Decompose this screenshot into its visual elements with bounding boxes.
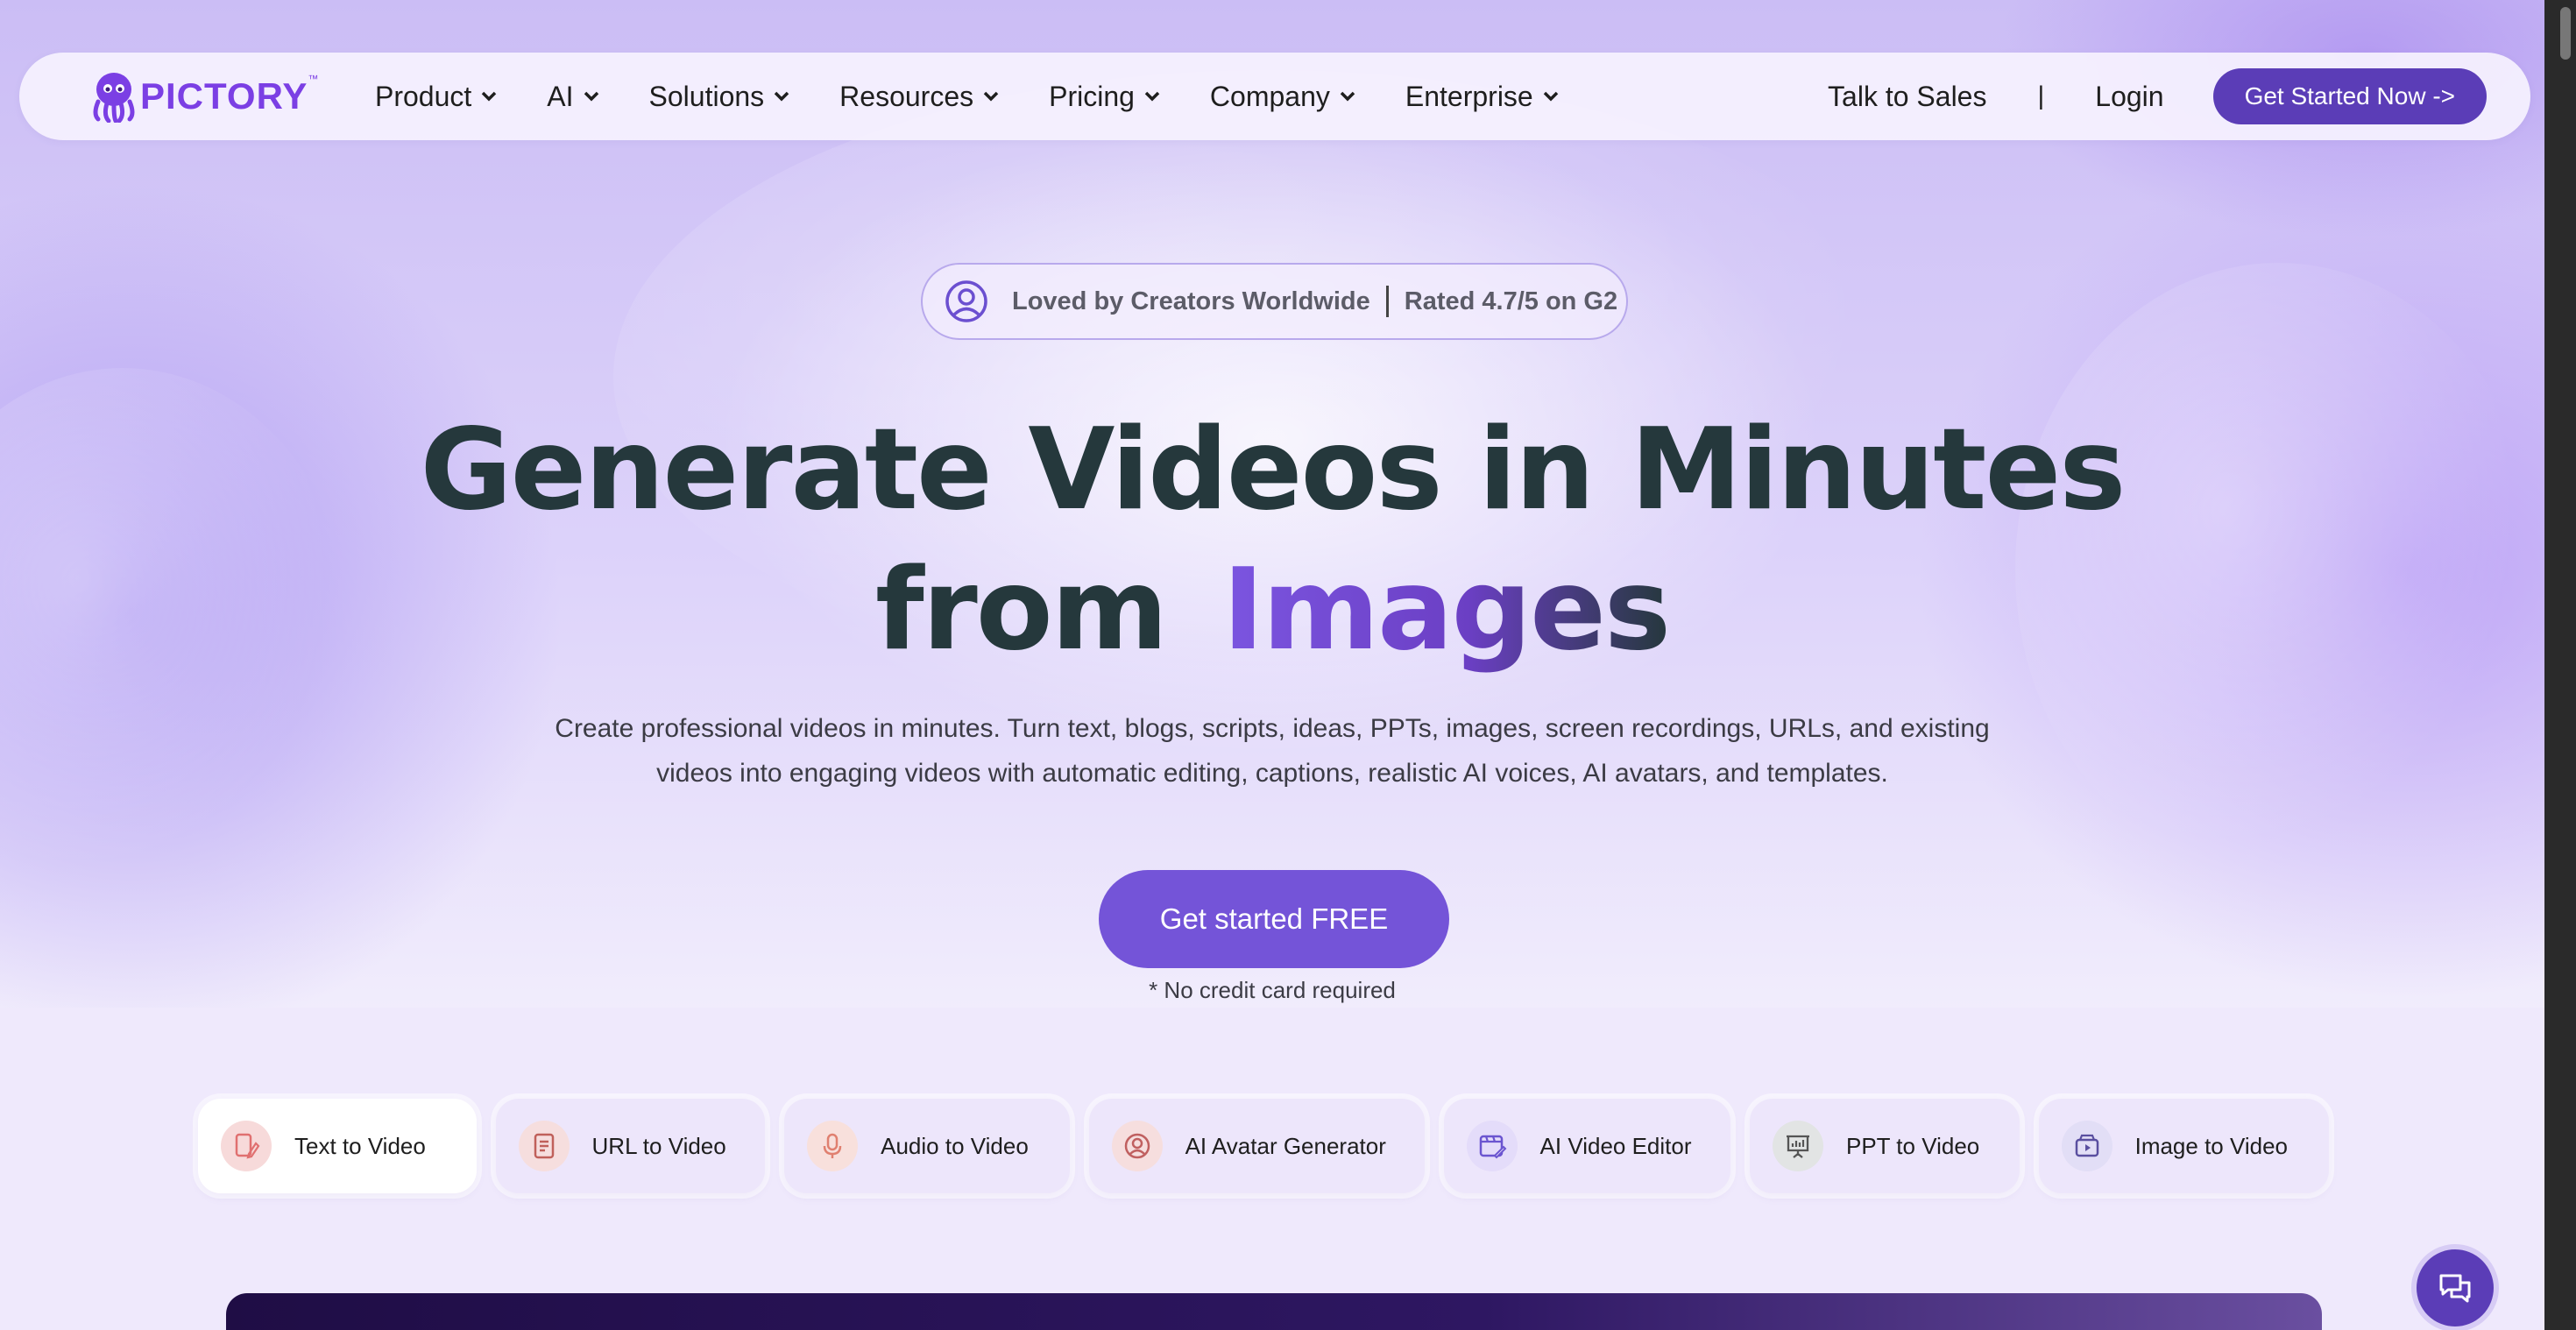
no-credit-card-note: * No credit card required (1149, 977, 1396, 1003)
pictory-logo[interactable]: PICTORY ™ (89, 68, 318, 124)
nav-item-label: Pricing (1049, 80, 1135, 112)
feature-tabs: Text to Video URL to Video Audio to Vide… (198, 1099, 2348, 1193)
image-video-icon (2075, 1134, 2098, 1157)
microphone-icon (823, 1133, 842, 1158)
tab-icon-wrap (518, 1121, 570, 1171)
tab-audio-to-video[interactable]: Audio to Video (784, 1099, 1070, 1193)
headline-accent-word: Images (1222, 545, 1671, 676)
top-navbar: PICTORY ™ Product AI Solutions Resources… (19, 53, 2530, 140)
talk-to-sales-link[interactable]: Talk to Sales (1828, 81, 1986, 113)
nav-item-company[interactable]: Company (1210, 81, 1356, 113)
chevron-down-icon (1144, 91, 1160, 102)
headline-prefix: from (874, 545, 1168, 676)
tab-text-to-video[interactable]: Text to Video (198, 1099, 477, 1193)
nav-item-pricing[interactable]: Pricing (1049, 81, 1161, 113)
hero-description: Create professional videos in minutes. T… (555, 714, 1990, 788)
chevron-down-icon (983, 91, 999, 102)
tab-icon-wrap (1111, 1121, 1163, 1171)
nav-item-label: Product (375, 80, 472, 112)
hero-headline-line2: from Images (0, 545, 2544, 676)
nav-item-label: Resources (839, 80, 974, 112)
nav-item-solutions[interactable]: Solutions (649, 81, 791, 113)
scrollbar[interactable] (2544, 0, 2576, 1330)
url-doc-icon (534, 1133, 554, 1159)
octopus-logo-icon (93, 73, 135, 123)
tab-label: Text to Video (294, 1132, 426, 1159)
user-circle-icon (945, 280, 987, 322)
nav-item-product[interactable]: Product (375, 81, 498, 113)
tab-ppt-to-video[interactable]: PPT to Video (1749, 1099, 2020, 1193)
tab-label: AI Video Editor (1539, 1132, 1692, 1159)
chat-icon (2439, 1274, 2471, 1303)
tab-icon-wrap (221, 1121, 272, 1171)
nav-item-ai[interactable]: AI (547, 81, 599, 113)
login-link[interactable]: Login (2095, 81, 2163, 113)
get-started-now-button[interactable]: Get Started Now -> (2212, 68, 2487, 124)
nav-item-resources[interactable]: Resources (839, 81, 1000, 113)
chevron-down-icon (584, 91, 598, 102)
tab-label: PPT to Video (1845, 1132, 1980, 1159)
tab-label: Image to Video (2134, 1132, 2289, 1159)
text-video-icon (235, 1133, 260, 1159)
tab-url-to-video[interactable]: URL to Video (495, 1099, 766, 1193)
nav-item-enterprise[interactable]: Enterprise (1405, 81, 1560, 113)
tab-image-to-video[interactable]: Image to Video (2038, 1099, 2329, 1193)
nav-item-label: Solutions (648, 80, 765, 112)
tab-ai-video-editor[interactable]: AI Video Editor (1443, 1099, 1730, 1193)
nav-item-label: Company (1209, 80, 1330, 112)
nav-actions: Talk to Sales | Login Get Started Now -> (1828, 53, 2487, 140)
nav-item-label: Enterprise (1405, 80, 1533, 112)
chevron-down-icon (774, 91, 789, 102)
avatar-icon (1124, 1133, 1150, 1159)
badge-rating-text: Rated 4.7/5 on G2 (1404, 287, 1618, 315)
badge-loved-text: Loved by Creators Worldwide (1012, 287, 1370, 315)
nav-separator: | (2037, 81, 2045, 110)
nav-item-label: AI (547, 80, 574, 112)
chevron-down-icon (1340, 91, 1355, 102)
tab-ai-avatar-generator[interactable]: AI Avatar Generator (1088, 1099, 1425, 1193)
hero-headline-line1: Generate Videos in Minutes (420, 405, 2127, 535)
tab-icon-wrap (2061, 1121, 2112, 1171)
tab-label: URL to Video (591, 1132, 726, 1159)
chevron-down-icon (482, 91, 497, 102)
video-preview-strip (226, 1293, 2322, 1330)
tab-icon-wrap (1772, 1121, 1823, 1171)
get-started-free-button[interactable]: Get started FREE (1099, 870, 1449, 968)
logo-wordmark: PICTORY (140, 75, 308, 117)
tab-label: Audio to Video (881, 1132, 1029, 1159)
tab-label: AI Avatar Generator (1185, 1132, 1386, 1159)
tab-icon-wrap (1466, 1121, 1518, 1171)
tab-icon-wrap (807, 1121, 859, 1171)
nav-menu: Product AI Solutions Resources Pricing C… (375, 53, 1609, 140)
chat-button[interactable] (2411, 1244, 2499, 1330)
video-editor-icon (1479, 1135, 1506, 1159)
trademark-symbol: ™ (308, 73, 319, 85)
badge-divider (1385, 286, 1389, 317)
chevron-down-icon (1543, 91, 1558, 102)
scrollbar-thumb[interactable] (2560, 7, 2571, 60)
rating-badge: Loved by Creators Worldwide Rated 4.7/5 … (921, 263, 1628, 340)
presentation-icon (1786, 1135, 1809, 1158)
